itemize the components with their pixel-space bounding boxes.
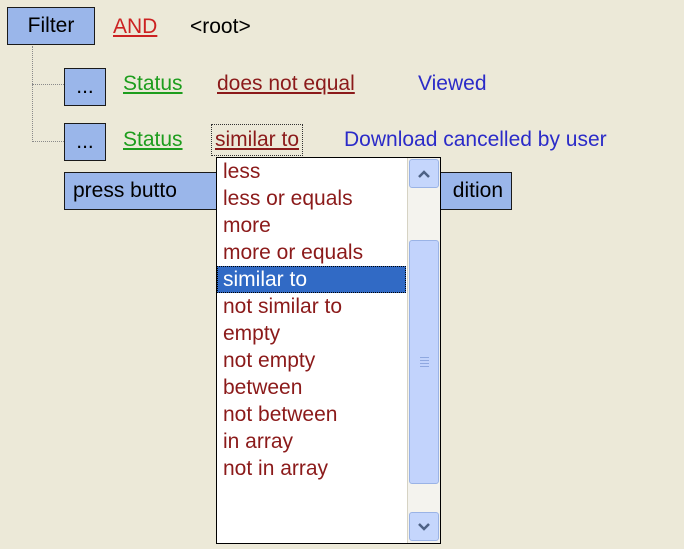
condition-1-operator-link[interactable]: does not equal: [217, 70, 355, 98]
dropdown-option[interactable]: not in array: [217, 455, 406, 482]
tree-connector-vertical: [32, 46, 33, 142]
scroll-thumb-grip-icon: [420, 357, 429, 358]
dropdown-scrollbar[interactable]: [407, 158, 440, 543]
scroll-thumb-grip-line: [420, 360, 429, 361]
dropdown-option[interactable]: empty: [217, 320, 406, 347]
dropdown-option[interactable]: in array: [217, 428, 406, 455]
condition-2-field-link[interactable]: Status: [123, 126, 183, 154]
tree-connector-branch-1: [32, 84, 64, 85]
condition-2-operator-link[interactable]: similar to: [210, 124, 304, 156]
dropdown-option[interactable]: similar to: [217, 266, 406, 293]
dropdown-option[interactable]: not empty: [217, 347, 406, 374]
tree-connector-branch-2: [32, 141, 64, 142]
dropdown-option[interactable]: not between: [217, 401, 406, 428]
condition-2-value[interactable]: Download cancelled by user: [344, 126, 607, 154]
scroll-up-arrow-icon: [418, 169, 430, 178]
dropdown-option[interactable]: more: [217, 212, 406, 239]
group-operator-link[interactable]: AND: [113, 13, 157, 41]
scroll-thumb-grip-line: [420, 366, 429, 367]
filter-button[interactable]: Filter: [7, 7, 95, 45]
dropdown-option[interactable]: more or equals: [217, 239, 406, 266]
dropdown-option[interactable]: not similar to: [217, 293, 406, 320]
scroll-down-button[interactable]: [409, 512, 439, 541]
scroll-thumb[interactable]: [409, 240, 439, 484]
root-label: <root>: [190, 15, 251, 38]
condition-1-menu-button[interactable]: ...: [64, 68, 106, 106]
operator-dropdown[interactable]: less less or equals more more or equals simi…: [216, 157, 441, 544]
scroll-down-arrow-icon: [418, 522, 430, 531]
dropdown-option[interactable]: less or equals: [217, 185, 406, 212]
add-condition-left-text: press butto: [73, 179, 177, 202]
condition-2-menu-button[interactable]: ...: [64, 123, 106, 161]
dropdown-option[interactable]: less: [217, 158, 406, 185]
condition-1-field-link[interactable]: Status: [123, 70, 183, 98]
dropdown-option[interactable]: between: [217, 374, 406, 401]
condition-1-value[interactable]: Viewed: [418, 70, 487, 98]
scroll-thumb-grip-line: [420, 363, 429, 364]
scroll-up-button[interactable]: [409, 159, 439, 188]
operator-dropdown-list[interactable]: less less or equals more more or equals simi…: [217, 158, 406, 482]
add-condition-right-text: dition: [452, 179, 503, 202]
